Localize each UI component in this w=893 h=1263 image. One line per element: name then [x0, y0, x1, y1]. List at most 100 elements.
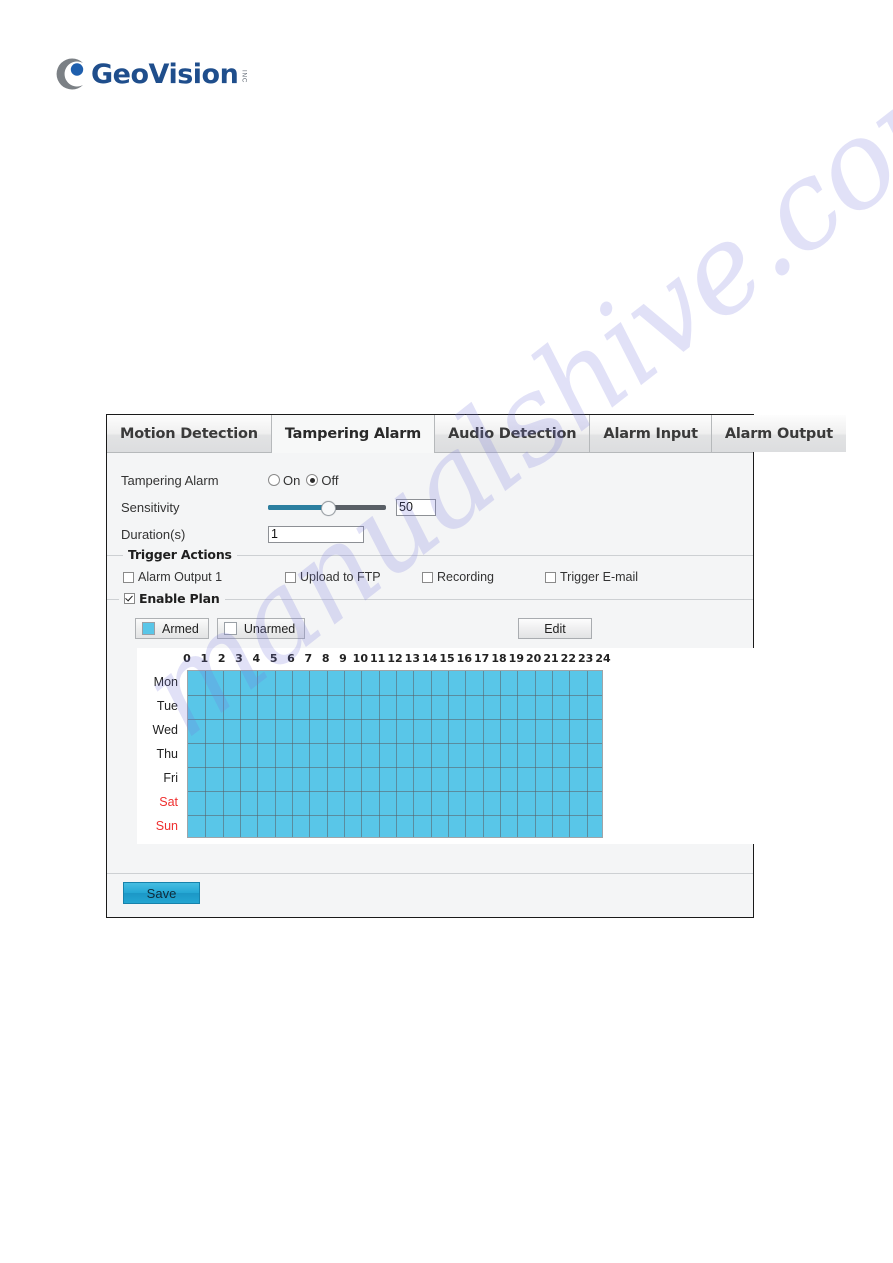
form-area: Tampering Alarm On Off Sensitivity 50 Du…	[107, 453, 753, 552]
plan-legend-row: Armed Unarmed Edit	[107, 618, 753, 639]
trigger-actions-group: Trigger Actions Alarm Output 1 Upload to…	[107, 547, 753, 596]
hour-tick: 3	[235, 652, 243, 665]
hour-tick: 15	[439, 652, 455, 665]
grid-hline	[188, 743, 602, 744]
tab-motion-detection[interactable]: Motion Detection	[107, 415, 272, 452]
tab-alarm-output[interactable]: Alarm Output	[711, 415, 846, 452]
slider-thumb[interactable]	[320, 500, 336, 516]
hour-tick: 7	[304, 652, 313, 665]
hour-tick: 2	[217, 652, 226, 665]
hour-tick: 0	[183, 652, 191, 665]
enable-plan-checkbox-icon[interactable]	[124, 593, 135, 604]
checkbox-alarm-output-1[interactable]: Alarm Output 1	[123, 570, 285, 584]
checkbox-icon[interactable]	[422, 571, 433, 583]
geovision-c-logo-icon	[52, 55, 90, 93]
checkbox-label: Recording	[437, 570, 494, 584]
tab-tampering-alarm[interactable]: Tampering Alarm	[271, 415, 436, 454]
day-label: Sun	[155, 819, 178, 833]
tab-bar: Motion Detection Tampering Alarm Audio D…	[107, 415, 846, 454]
tampering-alarm-label: Tampering Alarm	[121, 472, 219, 488]
radio-off-icon[interactable]	[306, 474, 319, 486]
day-label: Mon	[153, 675, 178, 689]
hour-tick: 22	[560, 652, 576, 665]
radio-on-label: On	[283, 472, 301, 488]
hour-tick: 10	[352, 652, 368, 665]
trigger-actions-row: Alarm Output 1 Upload to FTP Recording T…	[107, 570, 753, 584]
row-sensitivity: Sensitivity	[121, 494, 753, 520]
checkbox-upload-to-ftp[interactable]: Upload to FTP	[285, 570, 422, 584]
save-button[interactable]: Save	[123, 882, 200, 904]
hour-tick: 1	[200, 652, 209, 665]
hour-tick: 12	[387, 652, 403, 665]
tab-label: Motion Detection	[120, 425, 258, 442]
checkbox-icon[interactable]	[123, 571, 134, 583]
grid-hline	[188, 719, 602, 720]
duration-input[interactable]	[268, 525, 364, 543]
grid-hline	[188, 695, 602, 696]
day-label: Fri	[163, 771, 178, 785]
tab-audio-detection[interactable]: Audio Detection	[435, 415, 591, 452]
checkbox-trigger-email[interactable]: Trigger E-mail	[545, 570, 638, 584]
tab-label: Alarm Input	[603, 425, 698, 442]
trigger-actions-title: Trigger Actions	[123, 547, 237, 562]
day-label: Thu	[156, 747, 178, 761]
day-label: Tue	[156, 699, 178, 713]
grid-hline	[188, 791, 602, 792]
sensitivity-slider[interactable]	[268, 498, 386, 516]
hour-tick: 17	[474, 652, 490, 665]
enable-plan-label: Enable Plan	[139, 591, 220, 606]
slider-fill	[268, 504, 327, 510]
enable-plan-title[interactable]: Enable Plan	[119, 591, 225, 606]
hour-tick: 6	[287, 652, 295, 665]
tampering-alarm-radio-group: On Off	[268, 473, 338, 488]
hour-tick: 19	[508, 652, 524, 665]
schedule-hour-axis: 0 1 2 3 4 5 6 7 8 9 10 11 12 13 14 15 16 17 18 19 20 21 22 23 24	[183, 652, 610, 668]
row-duration: Duration(s)	[121, 521, 753, 547]
save-button-label: Save	[146, 885, 177, 901]
hour-tick: 21	[543, 652, 559, 665]
sensitivity-label: Sensitivity	[121, 499, 180, 515]
hour-tick: 16	[456, 652, 472, 665]
slider-track[interactable]	[268, 500, 386, 516]
row-tampering-alarm: Tampering Alarm On Off	[121, 467, 753, 493]
hour-tick: 8	[321, 652, 330, 665]
hour-tick: 11	[370, 652, 386, 665]
brand-name: GeoVision	[91, 58, 239, 90]
hour-tick: 13	[404, 652, 420, 665]
geovision-logo: GeoVision INC	[52, 52, 252, 96]
armed-swatch-icon	[142, 622, 155, 635]
checkbox-icon[interactable]	[545, 571, 556, 583]
checkbox-label: Trigger E-mail	[560, 570, 639, 584]
checkbox-recording[interactable]: Recording	[422, 570, 545, 584]
day-label: Sat	[159, 795, 178, 809]
radio-on[interactable]: On	[268, 473, 300, 488]
tab-label: Tampering Alarm	[284, 426, 422, 442]
radio-off[interactable]: Off	[306, 473, 338, 488]
edit-plan-button[interactable]: Edit	[518, 618, 592, 639]
hour-tick: 4	[252, 652, 261, 665]
tab-alarm-input[interactable]: Alarm Input	[590, 415, 712, 452]
sensitivity-value-input[interactable]	[396, 498, 436, 516]
radio-on-icon[interactable]	[268, 474, 280, 486]
panel-body: Tampering Alarm On Off Sensitivity 50 Du…	[107, 453, 757, 917]
grid-hline	[188, 767, 602, 768]
enable-plan-group: Enable Plan Armed Unarmed Edit 012345678	[107, 591, 757, 856]
legend-armed-label: Armed	[162, 621, 199, 636]
legend-unarmed-label: Unarmed	[243, 621, 296, 636]
schedule-grid[interactable]	[187, 670, 603, 838]
schedule-box: 0 1 2 3 4 5 6 7 8 9 10 11 12 13 14 15 16 17 18 19 20 21 22 23 24…	[137, 648, 757, 844]
checkbox-label: Upload to FTP	[300, 570, 381, 584]
checkbox-icon[interactable]	[285, 571, 296, 583]
hour-tick: 20	[526, 652, 542, 665]
legend-unarmed-button[interactable]: Unarmed	[216, 618, 306, 639]
hour-tick: 9	[339, 652, 347, 665]
duration-label: Duration(s)	[121, 526, 186, 542]
hour-tick: 23	[578, 652, 594, 665]
legend-armed-button[interactable]: Armed	[135, 618, 209, 639]
brand-suffix: INC	[240, 70, 247, 84]
checkbox-label: Alarm Output 1	[138, 570, 223, 584]
hour-tick: 18	[491, 652, 507, 665]
unarmed-swatch-icon	[223, 622, 237, 635]
hour-tick: 24	[595, 652, 611, 665]
hour-tick: 14	[422, 652, 438, 665]
